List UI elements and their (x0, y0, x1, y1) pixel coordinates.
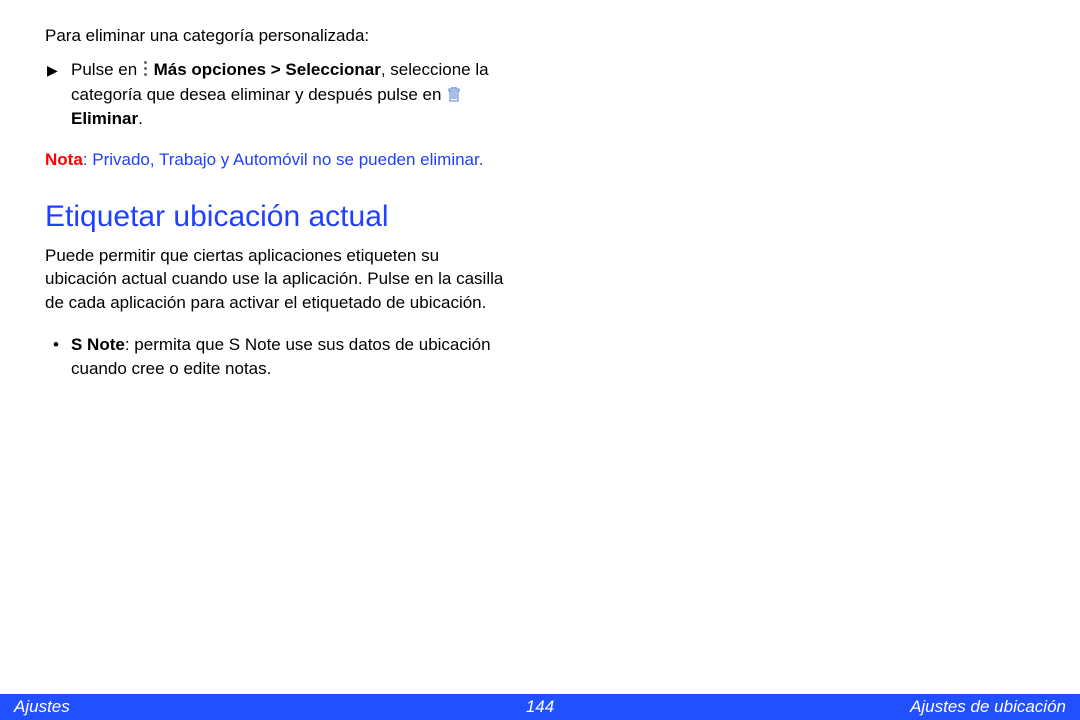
more-options-icon (143, 60, 148, 77)
bullet-text: : permita que S Note use sus datos de ub… (71, 335, 491, 378)
step-line: ▶ Pulse en Más opciones > Seleccionar, s… (71, 58, 515, 132)
bullet-icon: • (53, 333, 59, 357)
note-body: Privado, Trabajo y Automóvil no se puede… (92, 150, 483, 169)
step-text-3: . (138, 109, 143, 128)
body-text: Puede permitir que ciertas aplicaciones … (45, 244, 515, 315)
step-text-1: Pulse en (71, 60, 142, 79)
bullet-bold: S Note (71, 335, 125, 354)
footer-page-number: 144 (526, 697, 554, 717)
intro-text: Para eliminar una categoría personalizad… (45, 25, 515, 48)
footer-right: Ajustes de ubicación (910, 697, 1066, 717)
page-content: Para eliminar una categoría personalizad… (0, 0, 560, 381)
step-bold-1: Más opciones > Seleccionar (154, 60, 381, 79)
trash-icon (448, 85, 460, 100)
page-footer: Ajustes 144 Ajustes de ubicación (0, 694, 1080, 720)
note-label: Nota (45, 150, 83, 169)
step-block: ▶ Pulse en Más opciones > Seleccionar, s… (71, 58, 515, 132)
bullet-line: • S Note: permita que S Note use sus dat… (71, 333, 515, 381)
bullet-block: • S Note: permita que S Note use sus dat… (71, 333, 515, 381)
arrow-icon: ▶ (47, 60, 58, 80)
note-text: Nota: Privado, Trabajo y Automóvil no se… (45, 148, 515, 172)
section-heading: Etiquetar ubicación actual (45, 200, 515, 234)
step-bold-2: Eliminar (71, 109, 138, 128)
note-colon: : (83, 150, 92, 169)
footer-left: Ajustes (14, 697, 70, 717)
